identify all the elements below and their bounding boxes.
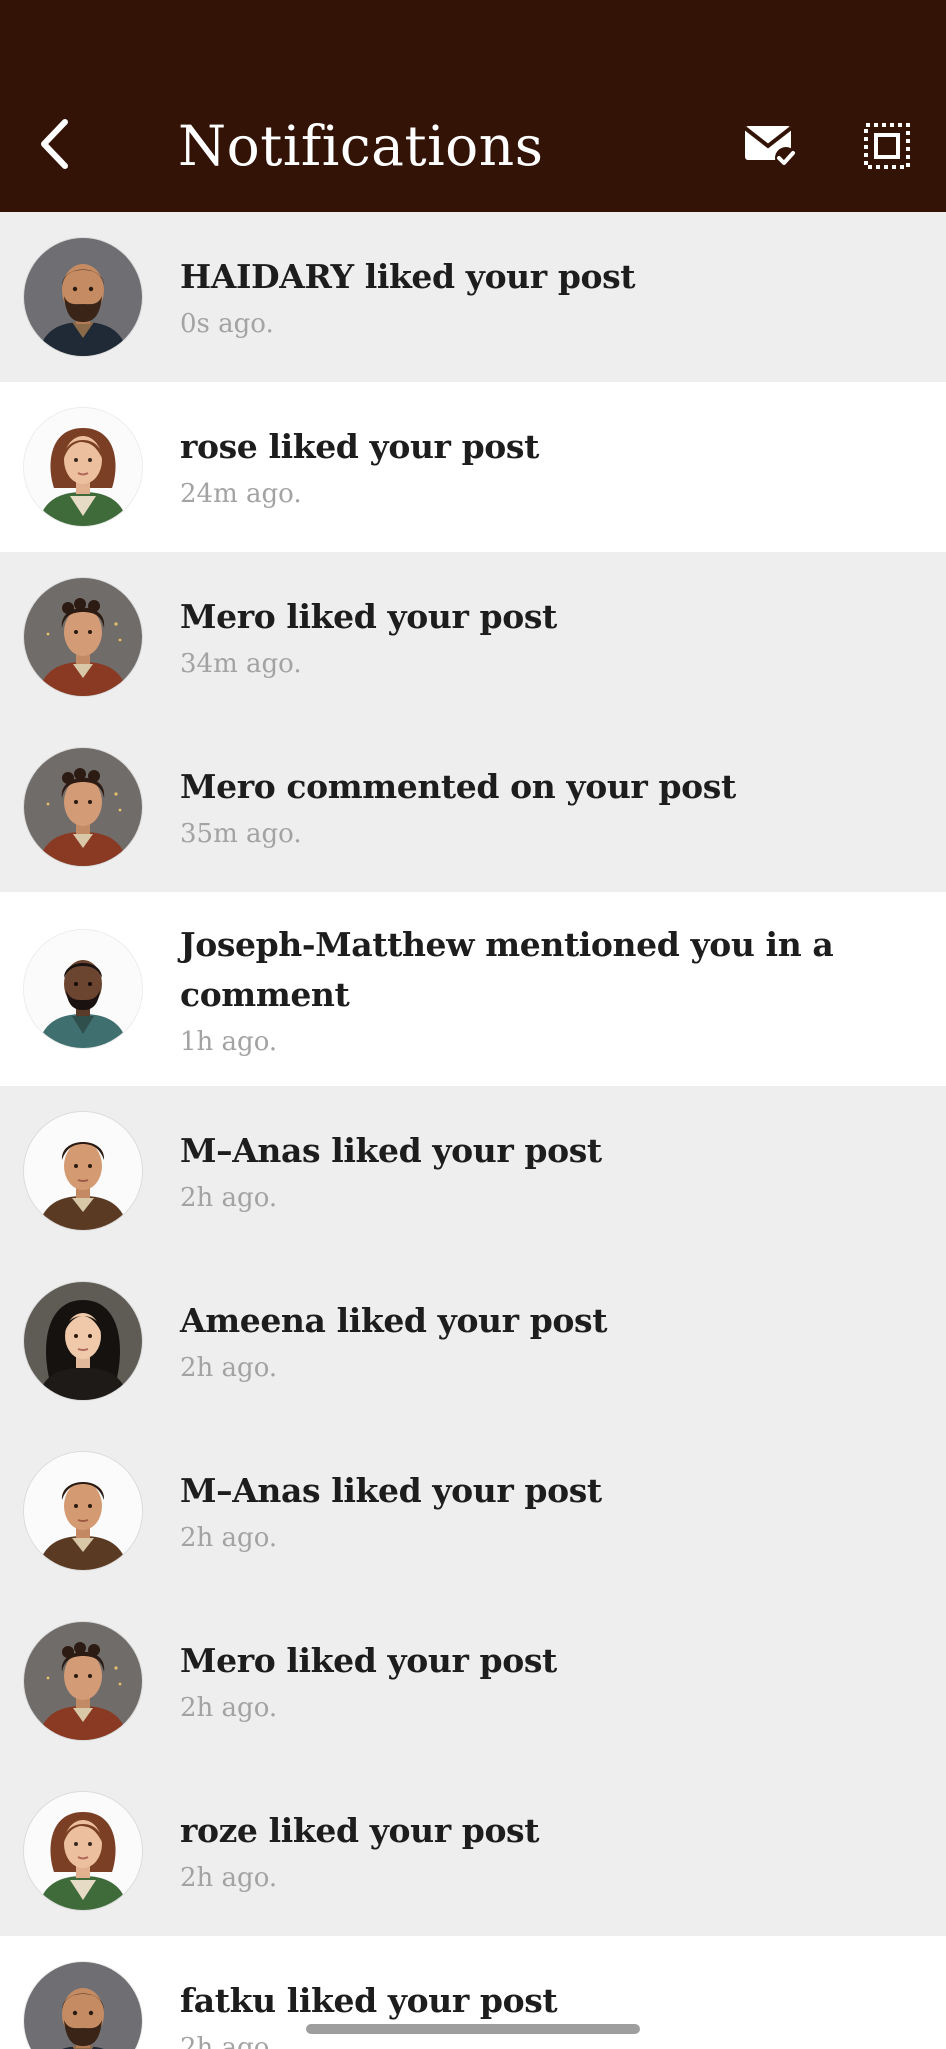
back-button[interactable] — [30, 110, 78, 178]
notification-message: Joseph-Matthew mentioned you in a commen… — [180, 925, 834, 1014]
notification-item[interactable]: M–Anas liked your post 2h ago. — [0, 1426, 946, 1596]
notification-message: Mero liked your post — [180, 597, 557, 636]
avatar — [24, 1282, 142, 1400]
select-all-icon — [864, 123, 910, 169]
notification-item[interactable]: Mero liked your post 2h ago. — [0, 1596, 946, 1766]
notification-time: 0s ago. — [180, 309, 274, 339]
notification-time: 2h ago. — [180, 1183, 278, 1213]
avatar — [24, 1792, 142, 1910]
notification-item[interactable]: Ameena liked your post 2h ago. — [0, 1256, 946, 1426]
avatar — [24, 1452, 142, 1570]
notification-time: 1h ago. — [180, 1027, 278, 1057]
home-indicator[interactable] — [306, 2024, 640, 2034]
notification-item[interactable]: Mero commented on your post 35m ago. — [0, 722, 946, 892]
notification-time: 34m ago. — [180, 649, 302, 679]
select-all-button[interactable] — [855, 114, 919, 178]
notification-message: Mero liked your post — [180, 1641, 557, 1680]
notification-item[interactable]: Joseph-Matthew mentioned you in a commen… — [0, 892, 946, 1086]
mark-all-read-button[interactable] — [738, 114, 802, 178]
avatar — [24, 930, 142, 1048]
notification-item[interactable]: roze liked your post 2h ago. — [0, 1766, 946, 1936]
chevron-left-icon — [41, 119, 68, 169]
notification-message: Ameena liked your post — [180, 1301, 608, 1340]
notification-list: HAIDARY liked your post 0s ago. rose lik… — [0, 212, 946, 2049]
notification-time: 35m ago. — [180, 819, 302, 849]
avatar — [24, 408, 142, 526]
notification-time: 24m ago. — [180, 479, 302, 509]
notification-message: HAIDARY liked your post — [180, 257, 636, 296]
notification-message: M–Anas liked your post — [180, 1471, 602, 1510]
notification-message: rose liked your post — [180, 427, 539, 466]
avatar — [24, 748, 142, 866]
notification-message: Mero commented on your post — [180, 767, 736, 806]
notification-time: 2h ago. — [180, 1693, 278, 1723]
avatar — [24, 1962, 142, 2049]
notification-item[interactable]: HAIDARY liked your post 0s ago. — [0, 212, 946, 382]
avatar — [24, 578, 142, 696]
avatar — [24, 1112, 142, 1230]
mail-check-icon — [743, 126, 797, 169]
notification-item[interactable]: M–Anas liked your post 2h ago. — [0, 1086, 946, 1256]
avatar — [24, 1622, 142, 1740]
page-title: Notifications — [178, 114, 544, 178]
notification-item[interactable]: Mero liked your post 34m ago. — [0, 552, 946, 722]
notification-time: 2h ago. — [180, 1353, 278, 1383]
notification-message: roze liked your post — [180, 1811, 540, 1850]
notification-time: 2h ago. — [180, 1523, 278, 1553]
notification-item[interactable]: rose liked your post 24m ago. — [0, 382, 946, 552]
avatar — [24, 238, 142, 356]
app-header: Notifications — [0, 0, 946, 212]
notification-message: M–Anas liked your post — [180, 1131, 602, 1170]
notification-time: 2h ago. — [180, 1863, 278, 1893]
notification-message: fatku liked your post — [180, 1981, 558, 2020]
notifications-screen: Notifications HAIDARY liked your post 0s… — [0, 0, 946, 2049]
